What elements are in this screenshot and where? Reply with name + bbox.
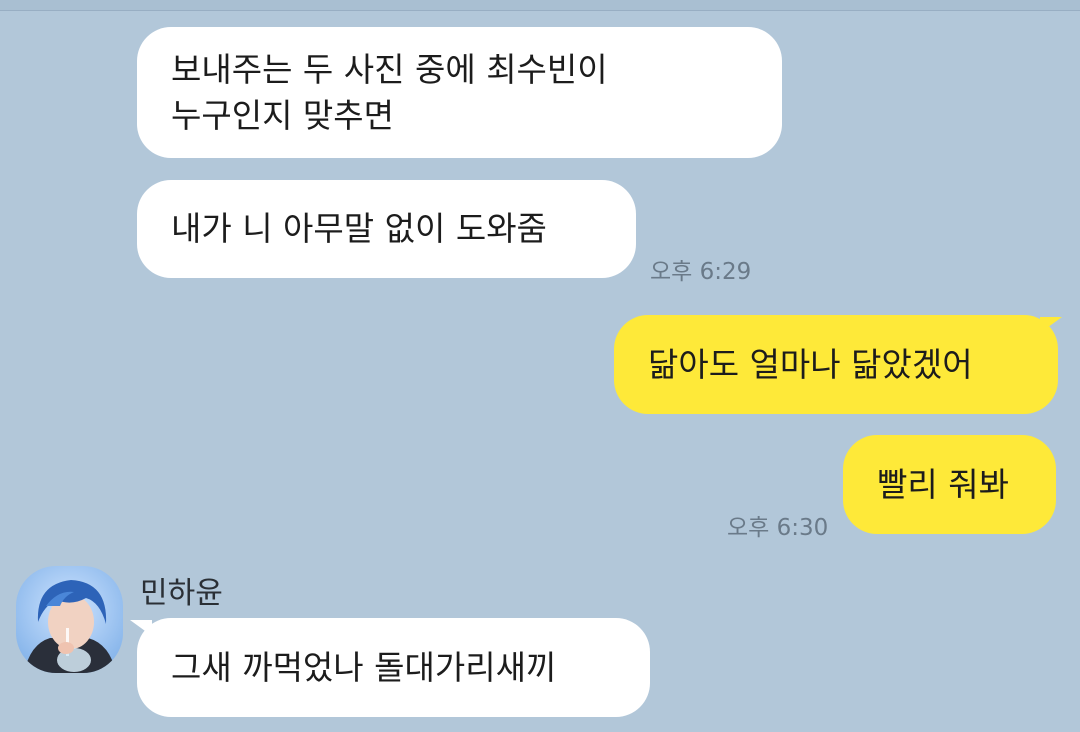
message-bubble-incoming[interactable]: 그새 까먹었나 돌대가리새끼	[137, 618, 650, 717]
message-text-line: 보내주는 두 사진 중에 최수빈이	[171, 49, 608, 89]
message-bubble-outgoing[interactable]: 닮아도 얼마나 닮았겠어	[614, 315, 1058, 414]
message-text-line: 내가 니 아무말 없이 도와줌	[171, 209, 547, 248]
message-bubble-incoming[interactable]: 보내주는 두 사진 중에 최수빈이 누구인지 맞추면	[137, 27, 782, 158]
sender-name: 민하윤	[140, 576, 223, 611]
message-bubble-incoming[interactable]: 내가 니 아무말 없이 도와줌	[137, 180, 636, 278]
bubble-tail	[1040, 317, 1062, 333]
top-edge	[0, 0, 1080, 11]
message-text-line: 닮아도 얼마나 닮았겠어	[648, 344, 973, 384]
profile-avatar[interactable]	[16, 566, 123, 673]
bubble-tail	[130, 620, 152, 636]
message-timestamp: 오후 6:29	[650, 259, 752, 285]
avatar-photo-icon	[16, 566, 123, 673]
message-text-line: 누구인지 맞추면	[171, 95, 395, 135]
message-text-line: 그새 까먹었나 돌대가리새끼	[171, 647, 557, 687]
message-bubble-outgoing[interactable]: 빨리 줘봐	[843, 435, 1056, 534]
message-timestamp: 오후 6:30	[727, 515, 829, 541]
message-text-line: 빨리 줘봐	[877, 464, 1009, 504]
